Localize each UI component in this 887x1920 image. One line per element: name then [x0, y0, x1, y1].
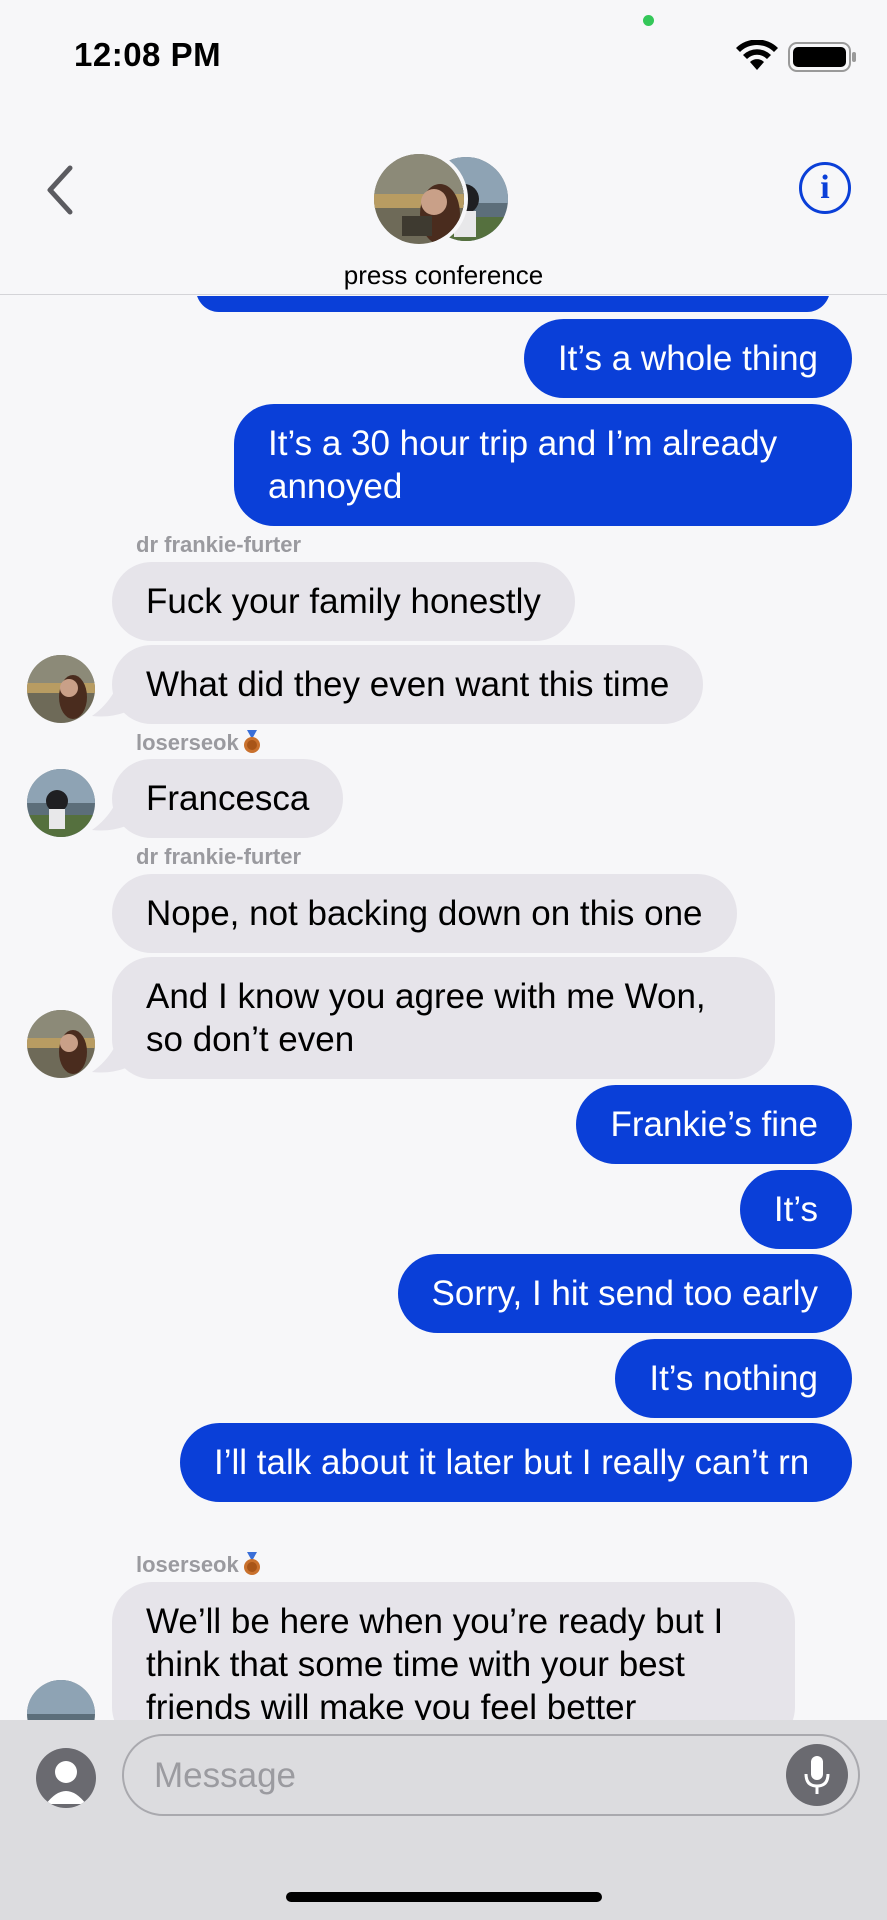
message-bubble-outgoing[interactable]: Frankie’s fine — [576, 1085, 852, 1164]
back-button[interactable] — [38, 160, 82, 220]
message-bubble-outgoing[interactable]: It’s a 30 hour trip and I’m already anno… — [234, 404, 852, 526]
wifi-icon — [736, 40, 778, 70]
medal-icon — [243, 1552, 260, 1575]
message-bubble-incoming[interactable]: Francesca — [112, 759, 344, 838]
message-bubble-outgoing-partial — [196, 296, 830, 312]
avatar-loserseok[interactable] — [27, 769, 95, 837]
sender-name: loserseok — [136, 1552, 261, 1578]
medal-icon — [243, 730, 260, 753]
conversation-header: press conference i — [0, 110, 887, 295]
sender-name: dr frankie-furter — [136, 532, 302, 557]
info-icon: i — [820, 169, 830, 206]
battery-icon — [788, 42, 856, 72]
chevron-left-icon — [47, 165, 73, 215]
message-bubble-incoming[interactable]: Fuck your family honestly — [112, 562, 575, 641]
bubble-tail — [92, 1048, 126, 1073]
info-button[interactable]: i — [799, 162, 851, 214]
avatar-frankie[interactable] — [27, 655, 95, 723]
contact-avatar-icon[interactable] — [36, 1748, 96, 1808]
message-bubble-outgoing[interactable]: It’s — [739, 1170, 852, 1249]
message-bubble-outgoing[interactable]: It’s a whole thing — [523, 319, 852, 398]
message-input[interactable] — [154, 1752, 754, 1800]
message-composer — [0, 1720, 887, 1920]
avatar-frankie[interactable] — [27, 1010, 95, 1078]
message-bubble-outgoing[interactable]: It’s nothing — [615, 1339, 852, 1418]
message-bubble-outgoing[interactable]: I’ll talk about it later but I really ca… — [180, 1423, 852, 1502]
group-name[interactable]: press conference — [0, 260, 887, 291]
message-bubble-incoming[interactable]: What did they even want this time — [112, 645, 704, 724]
message-bubble-outgoing[interactable]: Sorry, I hit send too early — [397, 1254, 852, 1333]
status-time: 12:08 PM — [74, 36, 222, 73]
message-field[interactable] — [122, 1734, 860, 1816]
sender-name: dr frankie-furter — [136, 844, 302, 869]
home-indicator[interactable] — [286, 1892, 602, 1902]
sender-name: loserseok — [136, 730, 261, 756]
bubble-tail — [92, 692, 126, 717]
message-bubble-incoming[interactable]: Nope, not backing down on this one — [112, 874, 737, 953]
status-bar: 12:08 PM — [0, 0, 887, 110]
message-bubble-incoming[interactable]: And I know you agree with me Won, so don… — [112, 957, 775, 1079]
sender-name-text: loserseok — [136, 1552, 239, 1577]
avatar-photo-1 — [370, 150, 468, 248]
avatar-loserseok[interactable] — [27, 1680, 95, 1720]
message-bubble-incoming[interactable]: We’ll be here when you’re ready but I th… — [112, 1582, 795, 1720]
sender-name-text: loserseok — [136, 730, 239, 755]
microphone-icon — [804, 1756, 830, 1794]
microphone-button[interactable] — [786, 1744, 848, 1806]
group-avatars[interactable] — [370, 150, 520, 248]
bubble-tail — [92, 806, 126, 831]
message-thread[interactable]: It’s a whole thing It’s a 30 hour trip a… — [0, 296, 887, 1720]
camera-in-use-indicator — [643, 15, 654, 26]
